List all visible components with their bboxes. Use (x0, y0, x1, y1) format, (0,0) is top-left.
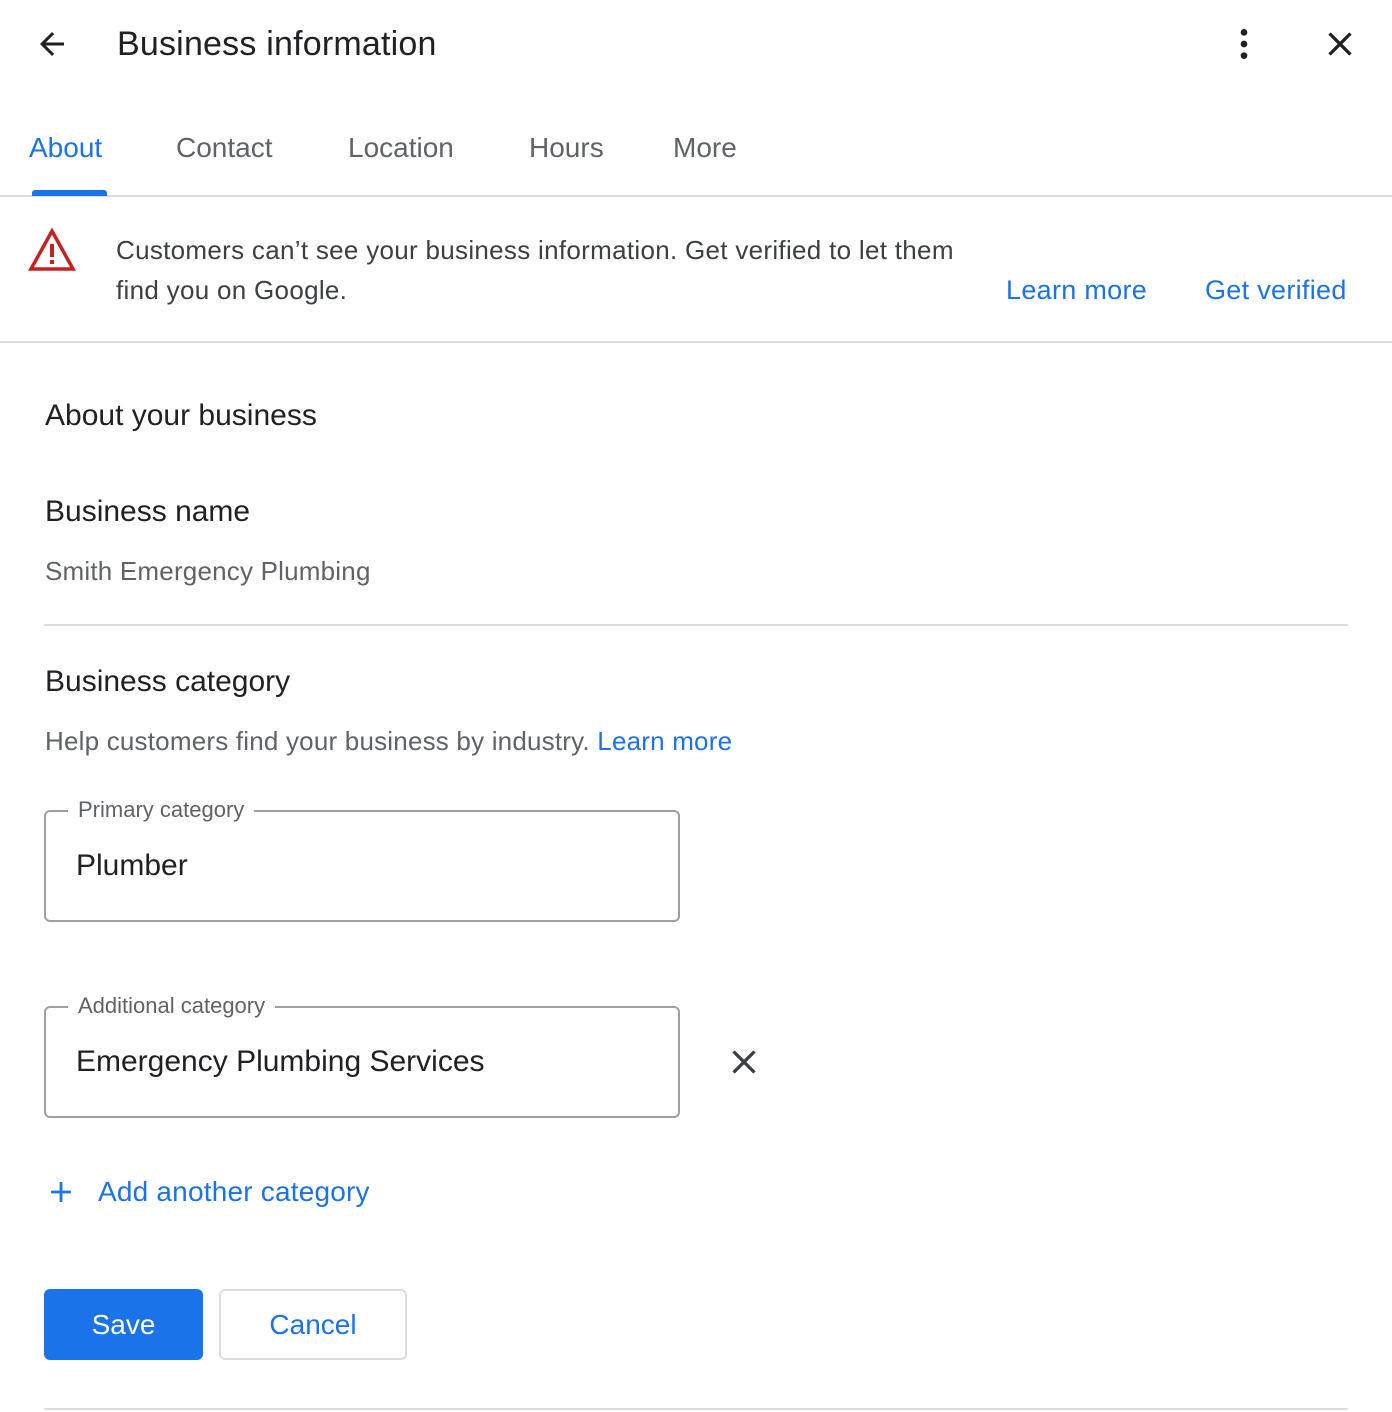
close-button[interactable] (1316, 20, 1364, 68)
save-button[interactable]: Save (44, 1289, 203, 1360)
banner-message: Customers can’t see your business inform… (116, 235, 954, 305)
remove-category-button[interactable] (720, 1038, 768, 1086)
category-learn-more-link[interactable]: Learn more (597, 726, 732, 756)
business-name-label: Business name (45, 495, 251, 528)
divider (44, 1408, 1348, 1410)
tab-contact[interactable]: Contact (176, 128, 273, 168)
primary-category-field: Primary category (44, 795, 680, 922)
divider (44, 624, 1348, 626)
back-button[interactable] (28, 20, 76, 68)
tab-location[interactable]: Location (348, 128, 454, 168)
additional-category-field: Additional category (44, 991, 680, 1118)
primary-category-input[interactable] (76, 846, 656, 886)
close-icon (732, 1050, 756, 1074)
tab-about[interactable]: About (29, 128, 102, 168)
close-icon (1328, 32, 1352, 56)
verification-banner: Customers can’t see your business inform… (0, 198, 1392, 343)
add-category-button[interactable]: Add another category (44, 1170, 370, 1214)
page-title: Business information (117, 25, 437, 63)
arrow-left-icon (40, 32, 64, 56)
get-verified-link[interactable]: Get verified (1205, 270, 1347, 310)
tab-hours[interactable]: Hours (529, 128, 604, 168)
category-help-message: Help customers find your business by ind… (45, 726, 590, 756)
tab-more[interactable]: More (673, 128, 737, 168)
more-options-button[interactable] (1220, 20, 1268, 68)
add-category-label: Add another category (98, 1176, 370, 1207)
business-name-value: Smith Emergency Plumbing (45, 556, 371, 586)
category-help-text: Help customers find your business by ind… (45, 723, 732, 759)
business-category-label: Business category (45, 665, 291, 698)
business-info-panel: Business information About Contact Locat… (0, 0, 1392, 1412)
section-title: About your business (45, 399, 317, 432)
tab-bar: About Contact Location Hours More (0, 100, 1392, 197)
plus-icon (51, 1182, 71, 1202)
primary-category-label: Primary category (68, 795, 255, 825)
warning-icon (28, 228, 76, 271)
more-vert-icon (1240, 29, 1248, 59)
cancel-button[interactable]: Cancel (219, 1289, 407, 1360)
active-tab-indicator (32, 190, 107, 196)
banner-learn-more-link[interactable]: Learn more (1006, 270, 1147, 310)
additional-category-input[interactable] (76, 1042, 656, 1082)
additional-category-label: Additional category (68, 991, 276, 1021)
panel-header: Business information (0, 0, 1392, 88)
